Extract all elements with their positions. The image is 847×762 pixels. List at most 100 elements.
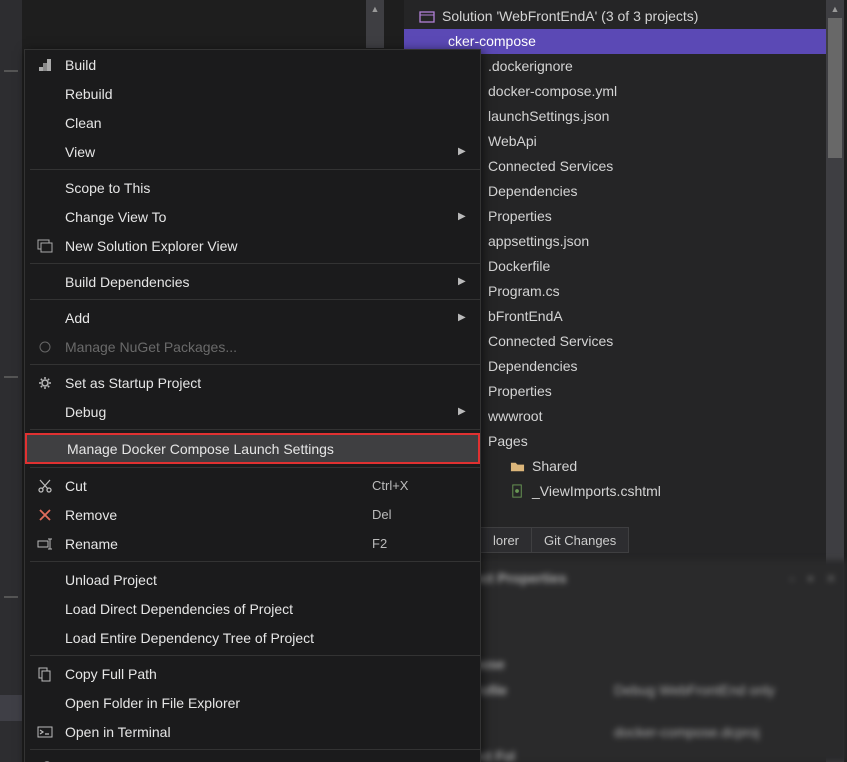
submenu-arrow-icon: ▶: [458, 276, 480, 287]
menu-item-add[interactable]: Add ▶: [25, 303, 480, 332]
menu-item-manage-nuget-packages: Manage NuGet Packages...: [25, 332, 480, 361]
rename-icon: [25, 536, 65, 552]
remove-icon: [25, 507, 65, 523]
properties-panel: - ▪ × Project Properties compose ug Prof…: [434, 560, 847, 762]
menu-shortcut: Del: [372, 507, 458, 522]
tree-item-label: Shared: [532, 454, 577, 479]
cut-icon: [25, 478, 65, 494]
tree-item-label: Connected Services: [488, 154, 613, 179]
menu-item-cut[interactable]: CutCtrl+X: [25, 471, 480, 500]
tree-item-label: docker-compose.yml: [488, 79, 617, 104]
menu-item-label: Add: [65, 310, 372, 326]
menu-item-label: Scope to This: [65, 180, 372, 196]
menu-item-open-folder-in-file-explorer[interactable]: Open Folder in File Explorer: [25, 688, 480, 717]
menu-item-clean[interactable]: Clean: [25, 108, 480, 137]
menu-item-label: Remove: [65, 507, 372, 523]
menu-separator: [30, 655, 480, 656]
menu-item-change-view-to[interactable]: Change View To ▶: [25, 202, 480, 231]
tree-item-label: wwwroot: [488, 404, 542, 429]
editor-scrollbar[interactable]: ▲: [366, 0, 384, 48]
menu-separator: [30, 169, 480, 170]
nuget-icon: [25, 339, 65, 355]
submenu-arrow-icon: ▶: [458, 211, 480, 222]
solution-node[interactable]: Solution 'WebFrontEndA' (3 of 3 projects…: [404, 4, 826, 29]
tab-git-changes[interactable]: Git Changes: [531, 527, 629, 553]
tree-item-label: Connected Services: [488, 329, 613, 354]
menu-item-label: Rename: [65, 536, 372, 552]
build-icon: [25, 57, 65, 73]
scroll-up-icon[interactable]: ▲: [366, 0, 384, 18]
gear-icon: [25, 375, 65, 391]
folder-icon: [508, 458, 526, 476]
menu-item-label: Unload Project: [65, 572, 372, 588]
menu-item-properties[interactable]: PropertiesAlt+Enter: [25, 753, 480, 762]
submenu-arrow-icon: ▶: [458, 146, 480, 157]
menu-item-label: Build: [65, 57, 372, 73]
tree-item-label: WebApi: [488, 129, 537, 154]
tree-item-label: launchSettings.json: [488, 104, 609, 129]
menu-item-build[interactable]: Build: [25, 50, 480, 79]
menu-item-label: Manage NuGet Packages...: [65, 339, 372, 355]
menu-item-scope-to-this[interactable]: Scope to This: [25, 173, 480, 202]
tree-item-label: Program.cs: [488, 279, 560, 304]
menu-separator: [30, 561, 480, 562]
menu-item-remove[interactable]: RemoveDel: [25, 500, 480, 529]
menu-item-label: Manage Docker Compose Launch Settings: [67, 441, 370, 457]
menu-item-debug[interactable]: Debug▶: [25, 397, 480, 426]
menu-separator: [30, 263, 480, 264]
tree-item-label: Dependencies: [488, 354, 578, 379]
menu-item-load-direct-dependencies-of-project[interactable]: Load Direct Dependencies of Project: [25, 594, 480, 623]
menu-item-load-entire-dependency-tree-of-project[interactable]: Load Entire Dependency Tree of Project: [25, 623, 480, 652]
tree-item-label: .dockerignore: [488, 54, 573, 79]
menu-item-open-in-terminal[interactable]: Open in Terminal: [25, 717, 480, 746]
context-menu: Build Rebuild Clean View ▶ Scope to This Chang…: [24, 49, 481, 762]
file-icon: [508, 483, 526, 501]
menu-item-rebuild[interactable]: Rebuild: [25, 79, 480, 108]
menu-item-manage-docker-compose-launch-settings[interactable]: Manage Docker Compose Launch Settings: [25, 433, 480, 464]
submenu-arrow-icon: ▶: [458, 312, 480, 323]
solution-label: Solution 'WebFrontEndA' (3 of 3 projects…: [442, 4, 698, 29]
tree-item-label: Dependencies: [488, 179, 578, 204]
scroll-up-icon[interactable]: ▲: [826, 0, 844, 18]
menu-item-label: Load Entire Dependency Tree of Project: [65, 630, 372, 646]
tab-explorer[interactable]: lorer: [480, 527, 532, 553]
left-gutter: [0, 0, 22, 762]
tree-item-label: _ViewImports.cshtml: [532, 479, 661, 504]
menu-item-label: Cut: [65, 478, 372, 494]
terminal-icon: [25, 724, 65, 740]
tree-item-label: Properties: [488, 204, 552, 229]
menu-separator: [30, 429, 480, 430]
menu-item-build-dependencies[interactable]: Build Dependencies ▶: [25, 267, 480, 296]
menu-item-label: Debug: [65, 404, 372, 420]
menu-item-label: Open in Terminal: [65, 724, 372, 740]
tree-item-label: appsettings.json: [488, 229, 589, 254]
menu-item-label: New Solution Explorer View: [65, 238, 372, 254]
menu-separator: [30, 749, 480, 750]
menu-shortcut: F2: [372, 536, 458, 551]
menu-item-label: Open Folder in File Explorer: [65, 695, 372, 711]
menu-item-label: Change View To: [65, 209, 372, 225]
copy-icon: [25, 666, 65, 682]
menu-item-copy-full-path[interactable]: Copy Full Path: [25, 659, 480, 688]
panel-toolbar[interactable]: - ▪ ×: [790, 570, 837, 586]
menu-item-set-as-startup-project[interactable]: Set as Startup Project: [25, 368, 480, 397]
solution-icon: [418, 8, 436, 26]
menu-item-label: Clean: [65, 115, 372, 131]
menu-item-label: Build Dependencies: [65, 274, 372, 290]
menu-item-label: View: [65, 144, 372, 160]
tree-item-label: Properties: [488, 379, 552, 404]
menu-item-label: Set as Startup Project: [65, 375, 372, 391]
tree-item-label: Dockerfile: [488, 254, 550, 279]
scrollbar-thumb[interactable]: [828, 18, 842, 158]
menu-item-rename[interactable]: RenameF2: [25, 529, 480, 558]
tree-item-label: bFrontEndA: [488, 304, 563, 329]
menu-item-view[interactable]: View ▶: [25, 137, 480, 166]
menu-item-label: Load Direct Dependencies of Project: [65, 601, 372, 617]
menu-item-new-solution-explorer-view[interactable]: New Solution Explorer View: [25, 231, 480, 260]
menu-item-unload-project[interactable]: Unload Project: [25, 565, 480, 594]
menu-item-label: Copy Full Path: [65, 666, 372, 682]
menu-shortcut: Ctrl+X: [372, 478, 458, 493]
tree-item-label: Pages: [488, 429, 528, 454]
tool-tabs: lorer Git Changes: [480, 527, 628, 553]
menu-separator: [30, 467, 480, 468]
